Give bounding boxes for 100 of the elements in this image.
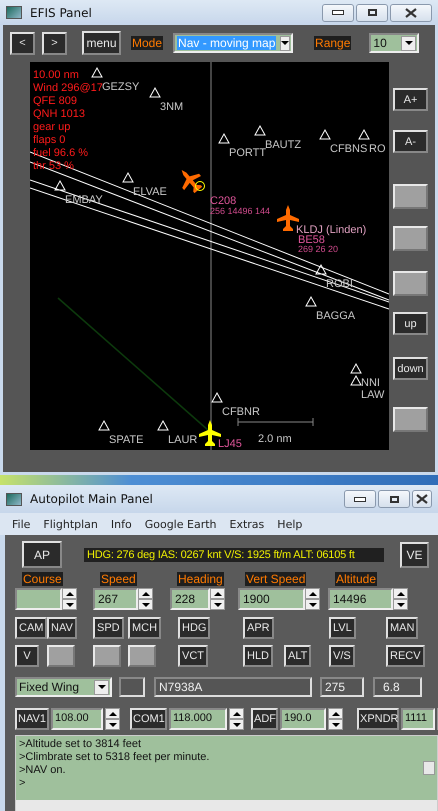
waypoint-label: PORTT [229,147,266,159]
frequency-field[interactable]: 118.000 [169,708,227,730]
side-button[interactable]: down [393,357,428,380]
waypoint-icon [54,180,66,190]
mode-button[interactable]: HLD [243,645,274,667]
waypoint-icon [350,374,362,386]
maximize-button[interactable] [378,490,410,508]
spin-up-button[interactable] [229,708,244,719]
minimize-button[interactable] [322,4,354,22]
close-icon [405,8,417,18]
blank-button[interactable] [93,645,121,667]
close-button[interactable] [390,4,432,22]
frequency-field[interactable]: 1111 [401,708,435,730]
blank-button[interactable] [128,645,156,667]
menu-item[interactable]: Info [110,518,132,530]
spin-down-button[interactable] [229,719,244,730]
log-line: > [19,777,26,790]
spin-up-button[interactable] [210,588,225,599]
ve-button[interactable]: VE [400,542,429,568]
mode-button[interactable]: SPD [93,617,124,639]
aircraft-type-label: LJ45 [218,438,242,450]
waypoint-label: BAGGA [316,310,356,322]
aircraft-type-dropdown[interactable]: Fixed Wing [15,677,112,697]
setting-field[interactable]: 14496 [328,588,393,610]
minimize-icon [332,10,344,15]
mode-button[interactable]: APR [243,617,274,639]
close-button[interactable] [412,490,432,508]
toolbar-button[interactable]: menu [82,31,121,55]
mode-button[interactable]: ALT [284,645,312,667]
spin-down-button[interactable] [393,599,408,610]
waypoint-label: CFBNR [222,406,260,418]
mode-button[interactable]: MCH [128,617,162,639]
menu-item[interactable]: Extras [230,518,264,530]
spin-up-button[interactable] [138,588,153,599]
spin-up-button[interactable] [305,588,320,599]
menu-item[interactable]: Flightplan [43,518,98,530]
mode-button[interactable]: RECV [386,645,425,667]
scroll-thumb[interactable] [423,761,435,775]
waypoint-icon [254,124,266,136]
avionics-button[interactable]: NAV1 [15,708,49,730]
side-button[interactable]: A+ [393,88,428,111]
spin-down-button[interactable] [328,719,343,730]
waypoint-label: ELVAE [133,186,167,198]
waypoint-icon [358,128,370,140]
maximize-button[interactable] [356,4,388,22]
mode-button[interactable]: CAM [15,617,48,639]
readout-field[interactable]: 275 [320,677,364,697]
mode-button[interactable]: V/S [329,645,355,667]
setting-label: Course [22,572,63,586]
waypoint-icon [122,172,134,182]
frequency-field[interactable]: 108.00 [51,708,103,730]
mode-button[interactable]: MAN [386,617,418,639]
blank-button[interactable] [47,645,75,667]
menu-item[interactable]: Google Earth [144,518,217,530]
blank-button[interactable] [393,407,428,432]
readout-field[interactable]: 6.8 [373,677,422,697]
toolbar-button[interactable]: < [10,32,35,54]
spin-up-button[interactable] [105,708,120,719]
avionics-button[interactable]: XPNDR [357,708,399,730]
setting-field[interactable]: 1900 [238,588,305,610]
spin-up-button[interactable] [62,588,77,599]
blank-button[interactable] [393,271,428,296]
mode-button[interactable]: HDG [178,617,210,639]
spin-down-button[interactable] [62,599,77,610]
menu-item[interactable]: Help [277,518,302,530]
avionics-button[interactable]: ADF [251,708,278,730]
range-dropdown[interactable]: 10 [369,33,420,53]
side-button[interactable]: up [393,312,428,335]
side-button[interactable]: A- [393,130,428,153]
window-title: EFIS Panel [30,6,93,20]
close-icon [416,494,428,504]
toolbar-button[interactable]: > [42,32,67,54]
mode-button[interactable]: NAV [47,617,77,639]
setting-field[interactable]: 267 [93,588,138,610]
spin-down-button[interactable] [138,599,153,610]
registration-field[interactable]: N7938A [154,677,312,697]
avionics-button[interactable]: COM1 [130,708,167,730]
blank-button[interactable] [393,184,428,209]
spin-down-button[interactable] [305,599,320,610]
blank-button[interactable] [393,226,428,251]
spin-up-button[interactable] [328,708,343,719]
waypoint-icon [315,264,327,274]
waypoint-label: GEZSY [102,81,140,93]
mode-button[interactable]: LVL [329,617,356,639]
waypoint-icon [350,362,362,374]
mode-button[interactable]: V [15,645,39,667]
setting-field[interactable]: 228 [170,588,210,610]
spin-down-button[interactable] [210,599,225,610]
ap-button[interactable]: AP [22,541,62,568]
spin-down-button[interactable] [105,719,120,730]
mode-button[interactable]: VCT [178,645,208,667]
minimize-button[interactable] [344,490,376,508]
menu-item[interactable]: File [12,518,30,530]
range-label: Range [314,36,352,50]
spin-up-button[interactable] [393,588,408,599]
waypoint-label: CFBNS [330,143,368,155]
frequency-field[interactable]: 190.0 [280,708,326,730]
setting-field[interactable] [15,588,62,610]
maximize-icon [390,496,398,502]
aircraft-data-label: 256 14496 144 [210,206,270,216]
